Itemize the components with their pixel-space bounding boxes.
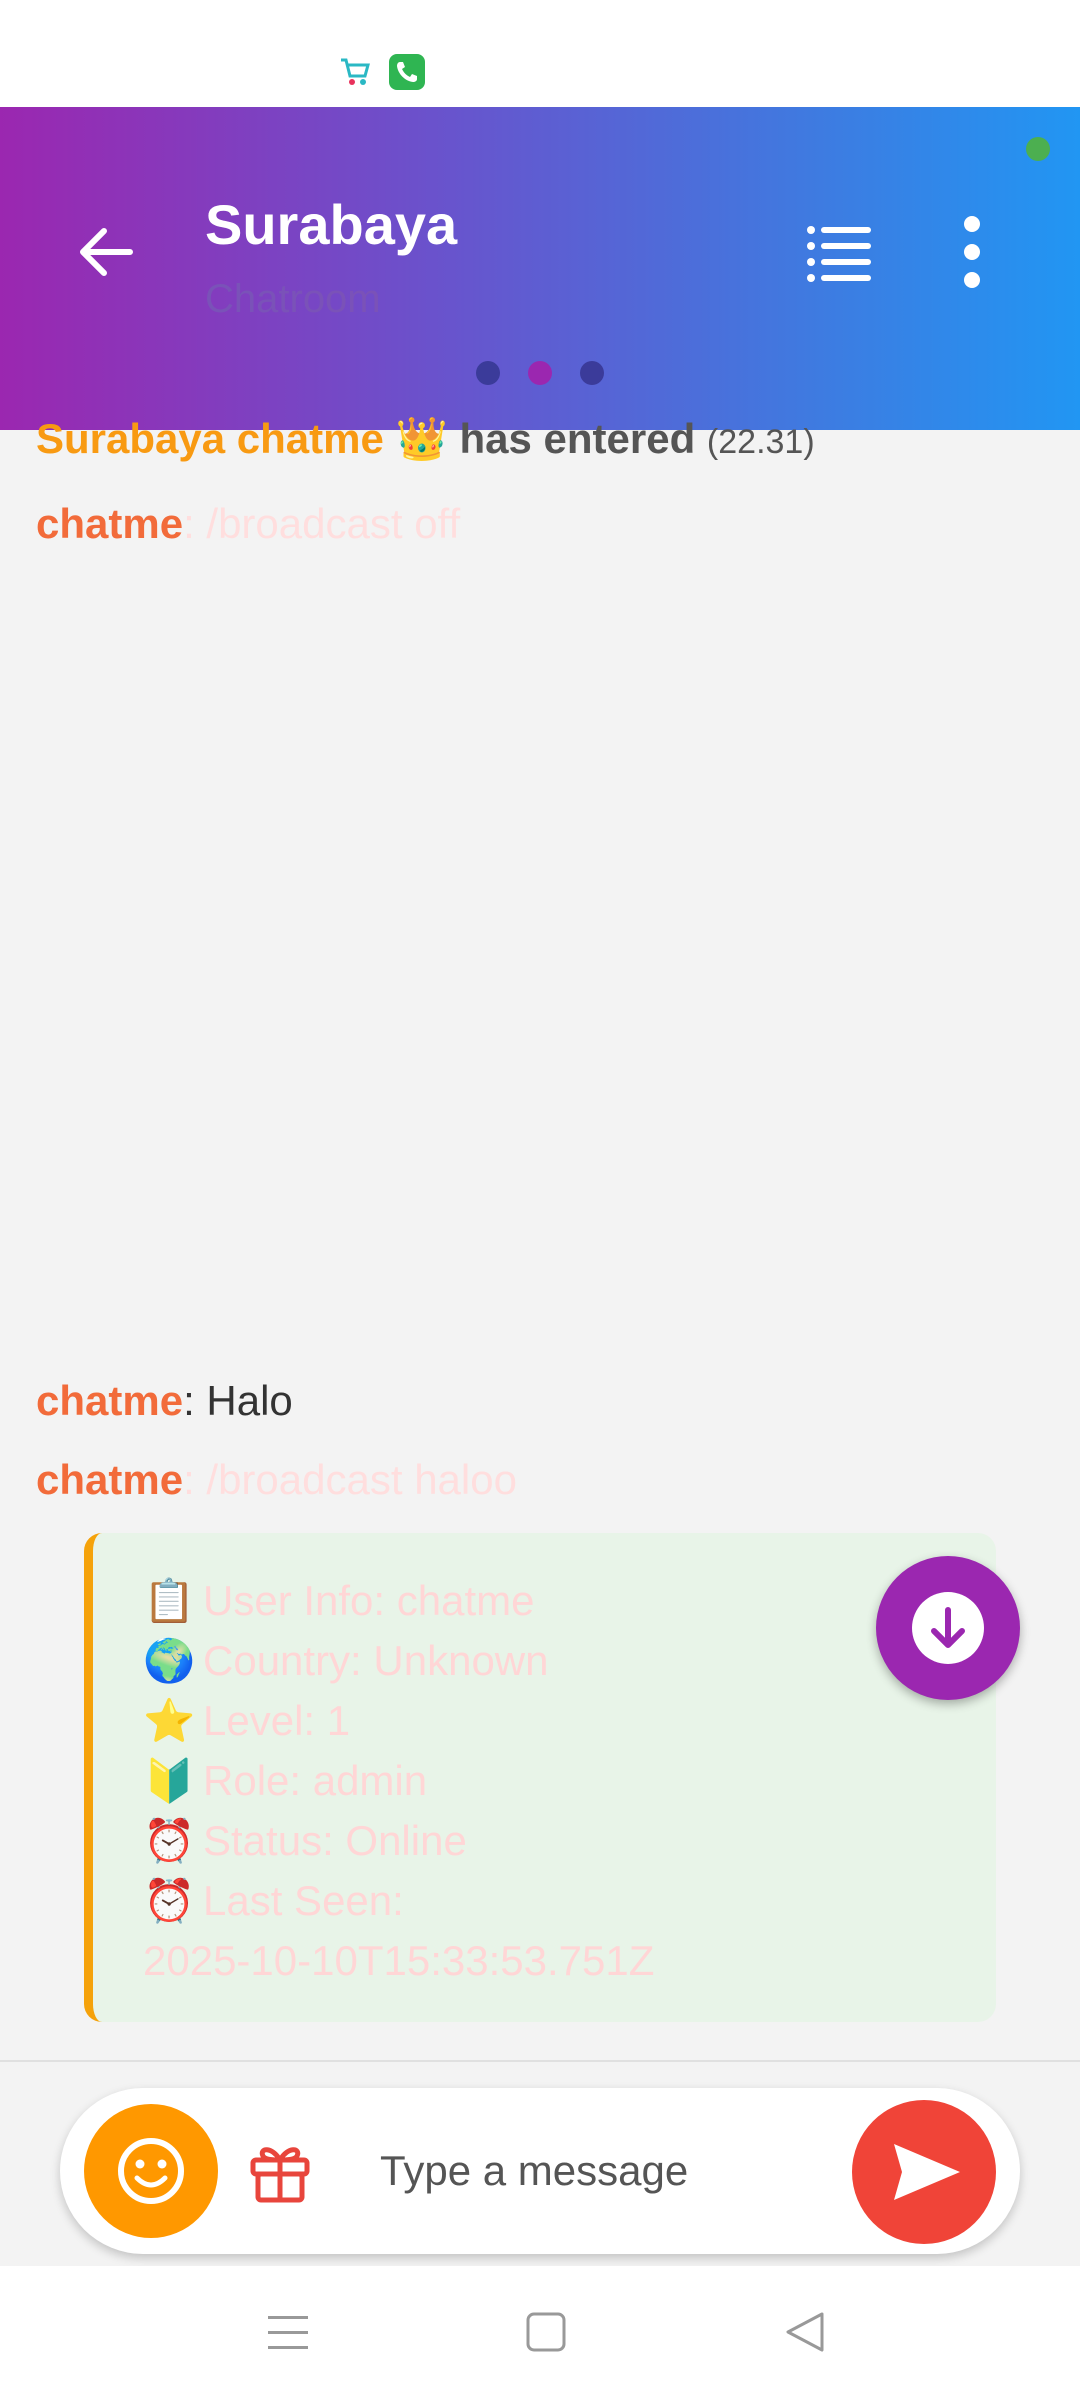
emoji-button[interactable]: [84, 2104, 218, 2238]
message-time: (22.31): [706, 423, 815, 461]
message-username[interactable]: Surabaya chatme: [36, 415, 384, 462]
menu-nav-icon[interactable]: [264, 2310, 314, 2356]
message-text: /broadcast haloo: [206, 1456, 517, 1503]
info-line-last-seen: ⏰ Last Seen:: [143, 1871, 996, 1931]
info-text: Level: 1: [203, 1697, 351, 1744]
back-arrow-icon[interactable]: [72, 217, 142, 287]
chat-message: chatme: Halo: [36, 1377, 293, 1425]
page-dot[interactable]: [580, 361, 604, 385]
system-navigation-bar: [0, 2266, 1080, 2400]
arrow-down-icon: [912, 1592, 984, 1664]
online-status-indicator: [1026, 137, 1050, 161]
chat-message: chatme: /broadcast off: [36, 500, 460, 548]
info-text: Status: Online: [203, 1817, 467, 1864]
info-line-level: ⭐ Level: 1: [143, 1691, 996, 1751]
message-separator: :: [183, 1377, 195, 1424]
message-separator: :: [183, 1456, 195, 1503]
star-icon: ⭐: [143, 1696, 196, 1745]
phone-call-icon: [389, 54, 425, 90]
message-username[interactable]: chatme: [36, 1456, 183, 1503]
clipboard-icon: 📋: [143, 1576, 196, 1625]
system-message-entered: Surabaya chatme 👑 has entered (22.31): [36, 414, 815, 464]
page-indicator: [476, 361, 606, 385]
info-line-country: 🌍 Country: Unknown: [143, 1631, 996, 1691]
info-text: Last Seen:: [203, 1877, 404, 1924]
member-list-icon[interactable]: [805, 222, 875, 282]
globe-icon: 🌍: [143, 1636, 196, 1685]
alarm-clock-icon: ⏰: [143, 1816, 196, 1865]
more-options-icon[interactable]: [950, 212, 994, 292]
alarm-clock-icon: ⏰: [143, 1876, 196, 1925]
page-dot[interactable]: [476, 361, 500, 385]
chatroom-header: Surabaya Chatroom: [0, 107, 1080, 430]
page-dot-active[interactable]: [528, 361, 552, 385]
message-input-bar: [60, 2088, 1020, 2254]
status-bar: [0, 0, 1080, 107]
chat-message: chatme: /broadcast haloo: [36, 1456, 517, 1504]
room-title: Surabaya: [205, 193, 458, 256]
home-nav-icon[interactable]: [522, 2310, 572, 2356]
room-subtitle: Chatroom: [205, 277, 381, 321]
divider: [0, 2060, 1080, 2062]
send-button[interactable]: [852, 2100, 996, 2244]
back-nav-icon[interactable]: [782, 2310, 832, 2356]
shopping-app-icon: [337, 54, 373, 90]
gift-icon[interactable]: [245, 2136, 315, 2206]
info-text: Role: admin: [203, 1757, 428, 1804]
info-text: User Info: chatme: [203, 1577, 535, 1624]
message-username[interactable]: chatme: [36, 500, 183, 547]
chat-screen: Surabaya Chatroom Surabaya chatme 👑 has …: [0, 0, 1080, 2400]
scroll-to-bottom-button[interactable]: [876, 1556, 1020, 1700]
message-text: /broadcast off: [206, 500, 461, 547]
last-seen-value: 2025-10-10T15:33:53.751Z: [143, 1937, 655, 1984]
beginner-badge-icon: 🔰: [143, 1756, 196, 1805]
info-line-status: ⏰ Status: Online: [143, 1811, 996, 1871]
message-input[interactable]: [380, 2136, 880, 2206]
user-info-card: 📋 User Info: chatme 🌍 Country: Unknown ⭐ Le…: [84, 1533, 996, 2022]
message-username[interactable]: chatme: [36, 1377, 183, 1424]
message-text: Halo: [206, 1377, 293, 1424]
message-text: has entered: [459, 415, 696, 462]
crown-emoji: 👑: [395, 414, 448, 463]
message-separator: :: [183, 500, 195, 547]
info-line-role: 🔰 Role: admin: [143, 1751, 996, 1811]
info-line-user: 📋 User Info: chatme: [143, 1571, 996, 1631]
info-text: Country: Unknown: [203, 1637, 549, 1684]
